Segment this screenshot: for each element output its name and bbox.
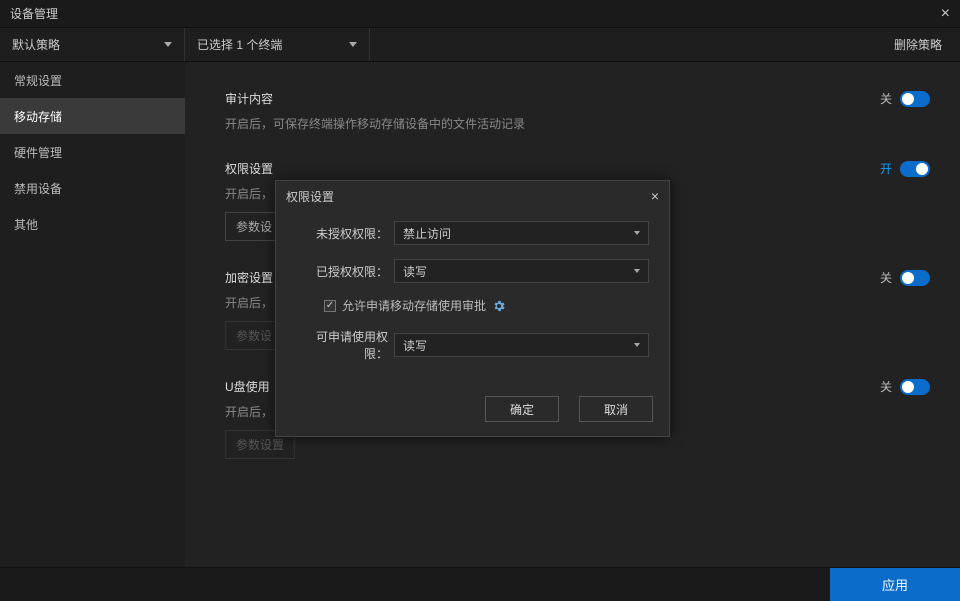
- close-icon[interactable]: ×: [941, 5, 950, 23]
- policy-dropdown[interactable]: 默认策略: [0, 28, 185, 61]
- titlebar: 设备管理 ×: [0, 0, 960, 28]
- allow-approval-checkbox[interactable]: ✓: [324, 300, 336, 312]
- window-title: 设备管理: [10, 5, 58, 22]
- section-title: U盘使用: [225, 378, 270, 395]
- chevron-down-icon: [634, 231, 640, 235]
- auth-value: 读写: [403, 263, 427, 280]
- usb-toggle[interactable]: [900, 379, 930, 395]
- sidebar-item-label: 其他: [14, 216, 38, 233]
- sidebar-item-removable-storage[interactable]: 移动存储: [0, 98, 185, 134]
- toggle-label: 开: [880, 160, 892, 177]
- apply-button[interactable]: 应用: [830, 568, 960, 601]
- sidebar: 常规设置 移动存储 硬件管理 禁用设备 其他: [0, 62, 185, 567]
- unauth-label: 未授权权限：: [296, 225, 388, 242]
- sidebar-item-label: 移动存储: [14, 108, 62, 125]
- cancel-label: 取消: [604, 401, 628, 418]
- section-desc: 开启后，可保存终端操作移动存储设备中的文件活动记录: [225, 115, 930, 132]
- encrypt-toggle[interactable]: [900, 270, 930, 286]
- unauth-value: 禁止访问: [403, 225, 451, 242]
- section-audit: 审计内容 关 开启后，可保存终端操作移动存储设备中的文件活动记录: [225, 90, 930, 132]
- toggle-label: 关: [880, 269, 892, 286]
- dialog-titlebar: 权限设置 ×: [276, 181, 669, 211]
- delete-policy-label: 删除策略: [894, 36, 942, 53]
- selection-dropdown-label: 已选择 1 个终端: [197, 36, 282, 53]
- chevron-down-icon: [634, 269, 640, 273]
- apply-perm-value: 读写: [403, 337, 427, 354]
- apply-perm-label: 可申请使用权限：: [296, 328, 388, 362]
- chevron-down-icon: [634, 343, 640, 347]
- sidebar-item-disable-device[interactable]: 禁用设备: [0, 170, 185, 206]
- delete-policy-button[interactable]: 删除策略: [876, 28, 960, 61]
- footer: 应用: [0, 567, 960, 601]
- apply-label: 应用: [882, 575, 908, 594]
- permission-settings-dialog: 权限设置 × 未授权权限： 禁止访问 已授权权限： 读写 ✓ 允许申请移动存储使…: [275, 180, 670, 437]
- audit-toggle[interactable]: [900, 91, 930, 107]
- section-title: 权限设置: [225, 160, 273, 177]
- section-title: 审计内容: [225, 90, 273, 107]
- sidebar-item-hardware[interactable]: 硬件管理: [0, 134, 185, 170]
- dialog-title: 权限设置: [286, 188, 334, 205]
- gear-icon[interactable]: [492, 299, 506, 313]
- policy-dropdown-label: 默认策略: [12, 36, 60, 53]
- ok-label: 确定: [510, 401, 534, 418]
- chevron-down-icon: [164, 42, 172, 47]
- sidebar-item-label: 常规设置: [14, 72, 62, 89]
- close-icon[interactable]: ×: [651, 188, 659, 204]
- sidebar-item-general[interactable]: 常规设置: [0, 62, 185, 98]
- toggle-label: 关: [880, 90, 892, 107]
- selection-dropdown[interactable]: 已选择 1 个终端: [185, 28, 370, 61]
- sidebar-item-label: 硬件管理: [14, 144, 62, 161]
- apply-perm-select[interactable]: 读写: [394, 333, 649, 357]
- auth-select[interactable]: 读写: [394, 259, 649, 283]
- ok-button[interactable]: 确定: [485, 396, 559, 422]
- sidebar-item-label: 禁用设备: [14, 180, 62, 197]
- checkbox-label: 允许申请移动存储使用审批: [342, 297, 486, 314]
- toolbar-spacer: [370, 28, 876, 61]
- toggle-label: 关: [880, 378, 892, 395]
- cancel-button[interactable]: 取消: [579, 396, 653, 422]
- chevron-down-icon: [349, 42, 357, 47]
- permission-toggle[interactable]: [900, 161, 930, 177]
- dialog-footer: 确定 取消: [276, 390, 669, 436]
- dialog-body: 未授权权限： 禁止访问 已授权权限： 读写 ✓ 允许申请移动存储使用审批 可申请…: [276, 211, 669, 390]
- toolbar: 默认策略 已选择 1 个终端 删除策略: [0, 28, 960, 62]
- auth-label: 已授权权限：: [296, 263, 388, 280]
- section-title: 加密设置: [225, 269, 273, 286]
- sidebar-item-other[interactable]: 其他: [0, 206, 185, 242]
- unauth-select[interactable]: 禁止访问: [394, 221, 649, 245]
